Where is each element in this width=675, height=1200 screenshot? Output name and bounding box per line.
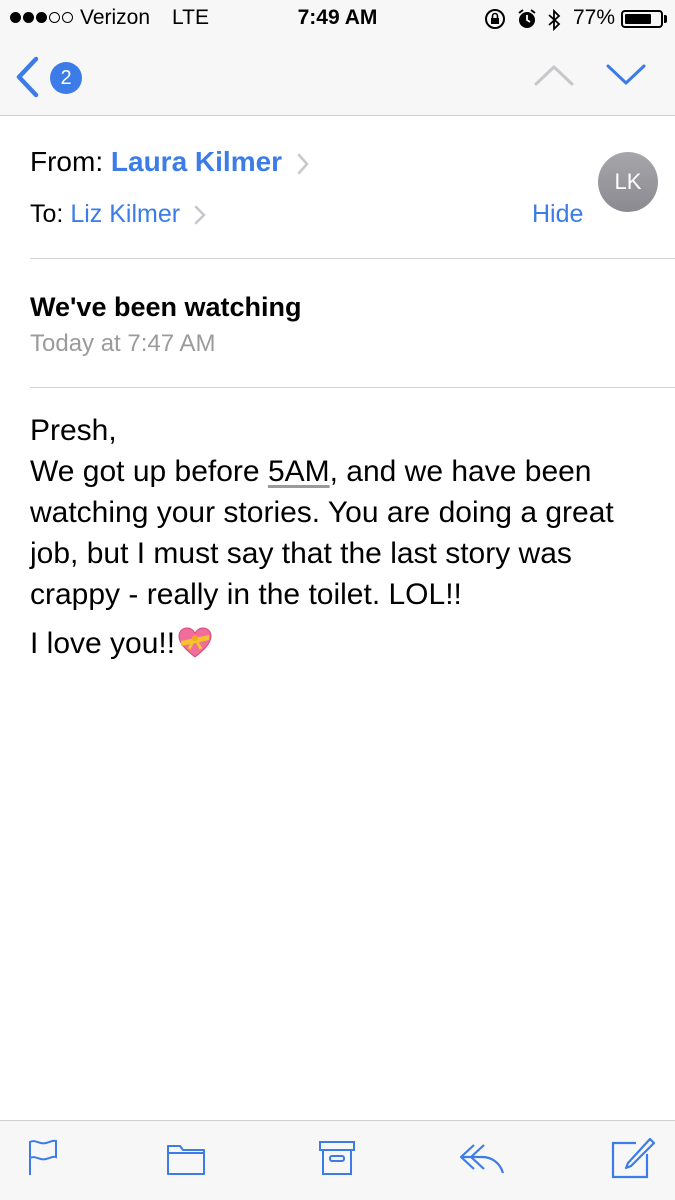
chevron-right-icon: [194, 206, 206, 225]
top-bar: Verizon LTE 7:49 AM 77% 2: [0, 0, 675, 116]
body-closing: I love you!!: [30, 623, 660, 664]
to-label: To:: [30, 200, 64, 228]
orientation-lock-icon: [485, 9, 505, 29]
from-row: From: Laura Kilmer: [30, 146, 310, 178]
status-bar: Verizon LTE 7:49 AM 77%: [0, 0, 675, 38]
chevron-right-icon: [297, 153, 309, 174]
previous-message-button[interactable]: [532, 60, 576, 90]
reply-icon[interactable]: [458, 1137, 506, 1177]
closing-text: I love you!!: [30, 627, 176, 660]
to-row: To: Liz Kilmer: [30, 200, 207, 229]
heart-with-ribbon-icon: [178, 627, 212, 658]
time-link[interactable]: 5AM: [268, 455, 330, 488]
email-date: Today at 7:47 AM: [30, 330, 216, 357]
battery-icon: [621, 10, 663, 28]
battery-level: [625, 14, 651, 24]
battery-tip: [664, 15, 667, 23]
battery-percent: 77%: [573, 6, 616, 29]
next-message-button[interactable]: [604, 60, 648, 90]
flag-icon[interactable]: [26, 1137, 60, 1177]
bluetooth-icon: [548, 8, 561, 32]
subject-divider: [30, 387, 675, 388]
body-text: We got up before: [30, 455, 268, 488]
recipient-name[interactable]: Liz Kilmer: [70, 200, 180, 228]
unread-count-badge: 2: [50, 62, 82, 94]
sender-name[interactable]: Laura Kilmer: [111, 146, 282, 177]
folder-icon[interactable]: [166, 1137, 206, 1177]
compose-icon[interactable]: [610, 1137, 656, 1179]
back-button[interactable]: 2: [12, 52, 88, 102]
from-label: From:: [30, 146, 104, 177]
sender-avatar[interactable]: LK: [598, 152, 658, 212]
alarm-icon: [518, 9, 536, 28]
body-greeting: Presh,: [30, 414, 117, 447]
hide-details-link[interactable]: Hide: [532, 200, 583, 229]
body-paragraph: We got up before 5AM, and we have been w…: [30, 451, 660, 615]
email-subject: We've been watching: [30, 292, 302, 322]
chevron-left-icon: [16, 56, 39, 98]
email-body: Presh, We got up before 5AM, and we have…: [30, 410, 660, 664]
bottom-toolbar: [0, 1120, 675, 1200]
status-icons: [484, 6, 569, 32]
archive-icon[interactable]: [318, 1137, 356, 1177]
header-divider: [30, 258, 675, 259]
